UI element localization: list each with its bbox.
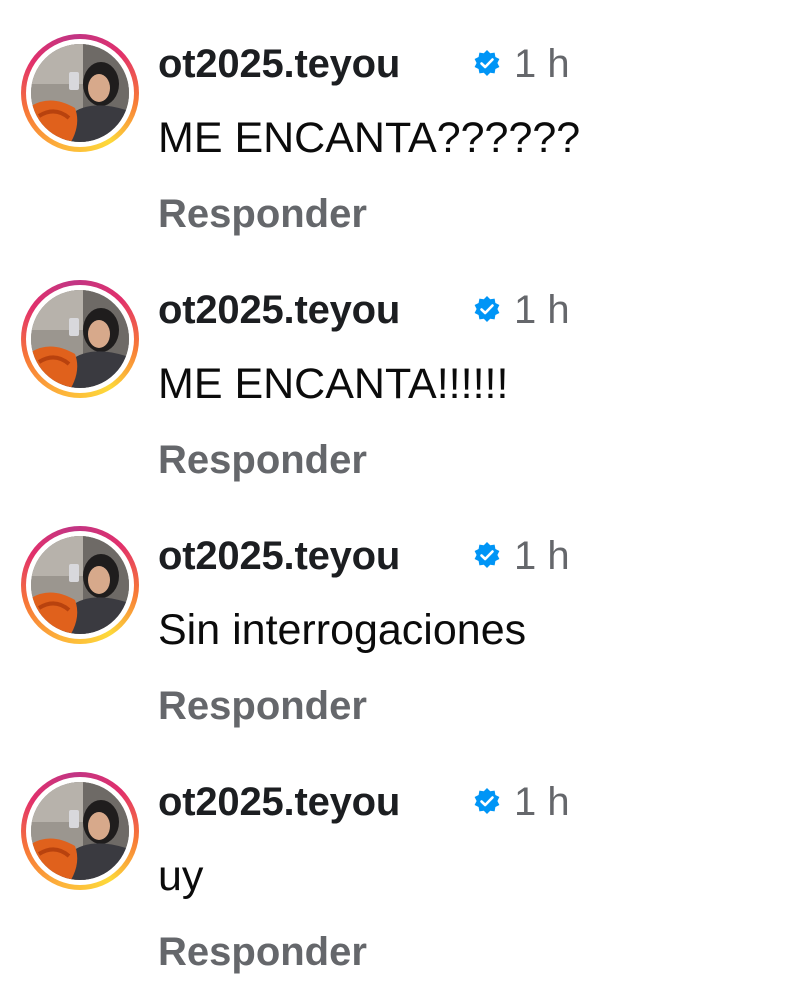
comment-item: ot2025.teyou 1 h uy Responder [0,738,801,984]
comment-item: ot2025.teyou 1 h Sin interrogaciones Res… [0,492,801,738]
comment-text: ME ENCANTA?????? [158,114,581,162]
story-ring[interactable] [21,280,139,398]
profile-photo-icon [31,44,129,142]
profile-photo-icon [31,536,129,634]
reply-button[interactable]: Responder [158,928,367,976]
avatar[interactable] [31,290,129,388]
comment-text: uy [158,852,204,900]
username-link[interactable]: ot2025.teyou [158,286,400,334]
comment-text: ME ENCANTA!!!!!! [158,360,509,408]
comment-text: Sin interrogaciones [158,606,527,654]
comment-timestamp: 1 h [514,534,570,578]
avatar[interactable] [31,782,129,880]
username-link[interactable]: ot2025.teyou [158,778,400,826]
reply-button[interactable]: Responder [158,190,367,238]
comment-timestamp: 1 h [514,780,570,824]
comment-item: ot2025.teyou 1 h ME ENCANTA?????? Respon… [0,0,801,246]
comment-timestamp: 1 h [514,42,570,86]
username-link[interactable]: ot2025.teyou [158,532,400,580]
verified-badge-icon [474,542,500,568]
verified-badge-icon [474,296,500,322]
story-ring[interactable] [21,526,139,644]
profile-photo-icon [31,782,129,880]
avatar[interactable] [31,44,129,142]
comment-item: ot2025.teyou 1 h ME ENCANTA!!!!!! Respon… [0,246,801,492]
verified-badge-icon [474,788,500,814]
verified-badge-icon [474,50,500,76]
reply-button[interactable]: Responder [158,682,367,730]
username-link[interactable]: ot2025.teyou [158,40,400,88]
avatar[interactable] [31,536,129,634]
story-ring[interactable] [21,34,139,152]
story-ring[interactable] [21,772,139,890]
profile-photo-icon [31,290,129,388]
comment-timestamp: 1 h [514,288,570,332]
reply-button[interactable]: Responder [158,436,367,484]
